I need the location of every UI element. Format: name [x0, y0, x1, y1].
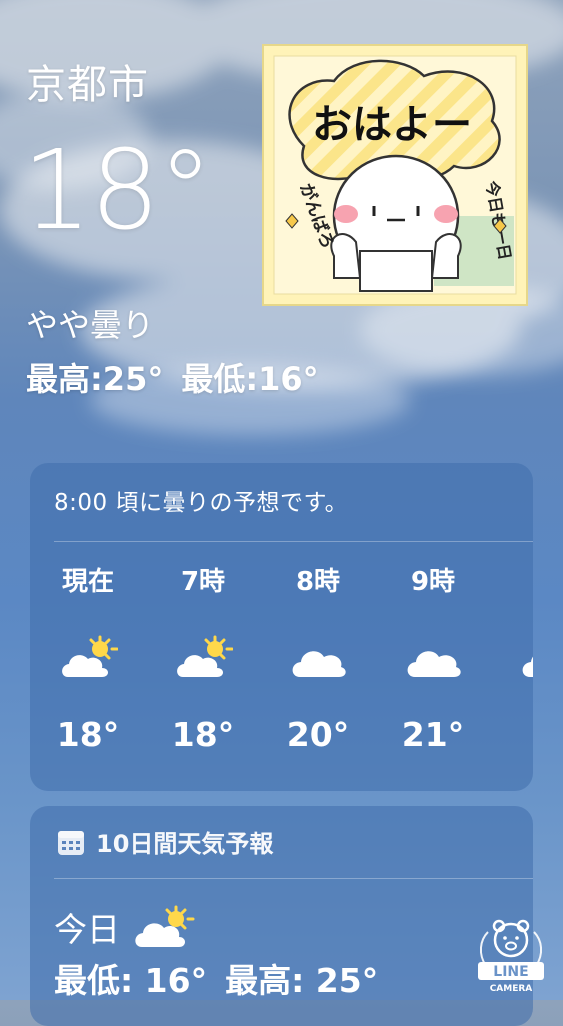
forecast-low: 最低: 16° [54, 961, 208, 1000]
partly-cloudy-icon [62, 635, 118, 677]
city-name: 京都市 [26, 62, 149, 108]
sticker-greeting: おはよー [312, 102, 472, 148]
forecast-day-label: 今日 [54, 910, 120, 949]
hourly-scroll[interactable]: 現在 18° 7時 18° 8時 20° 9時 21° [30, 561, 533, 781]
hour-temp: 2 [498, 715, 533, 754]
watermark-line1: LINE [493, 964, 528, 980]
partly-cloudy-icon [177, 635, 233, 677]
hour-label: 1 [498, 561, 533, 591]
line-camera-watermark: LINE CAMERA [478, 919, 544, 994]
partly-cloudy-icon [135, 905, 195, 947]
hour-temp: 18° [56, 715, 120, 754]
hour-temp: 21° [401, 715, 465, 754]
hour-label: 現在 [61, 567, 114, 597]
high-temp: 最高:25° [26, 360, 164, 398]
forecast-today-hilo: 最低: 16° 最高: 25° [54, 954, 378, 1002]
hourly-divider [54, 541, 533, 542]
hour-label: 9時 [410, 567, 456, 597]
calendar-icon [58, 830, 84, 855]
current-temperature: 18° [22, 126, 213, 254]
sticker-illustration: おはよー がんばろ 今日も一日 [273, 55, 517, 295]
hourly-summary: 8:00 頃に曇りの予想です。 [54, 490, 349, 516]
forecast-header: 10日間天気予報 [56, 824, 273, 859]
low-temp: 最低:16° [181, 360, 319, 398]
hour-label: 7時 [180, 567, 226, 597]
hour-label: 8時 [295, 567, 341, 597]
hour-temp: 20° [286, 715, 350, 754]
forecast-divider [54, 878, 533, 879]
forecast-row-today[interactable]: 今日 [54, 903, 196, 951]
hour-temp: 18° [171, 715, 235, 754]
hourly-forecast-card[interactable]: 8:00 頃に曇りの予想です。 現在 18° 7時 18° 8時 20° 9時 … [30, 463, 533, 791]
greeting-sticker[interactable]: おはよー がんばろ 今日も一日 [262, 44, 528, 306]
forecast-high: 最高: 25° [225, 961, 379, 1000]
forecast-title: 10日間天気予報 [96, 830, 274, 858]
ten-day-forecast-card[interactable]: 10日間天気予報 今日 最低: 16° 最高: 25° [30, 806, 533, 1026]
cloud-icon [407, 651, 461, 677]
current-condition: やや曇り [26, 306, 155, 344]
cloud-icon [292, 651, 346, 677]
cloud-icon [522, 656, 533, 677]
watermark-line2: CAMERA [490, 984, 533, 994]
high-low: 最高:25° 最低:16° [26, 354, 319, 400]
